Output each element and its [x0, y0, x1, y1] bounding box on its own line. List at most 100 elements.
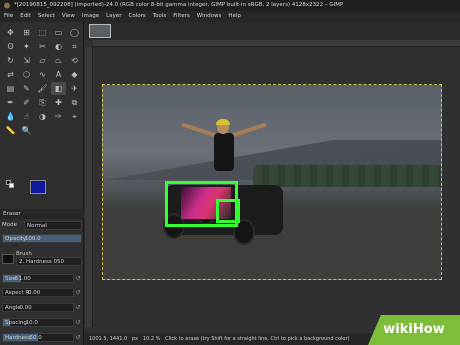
- cage-tool-icon[interactable]: ⬡: [19, 68, 34, 81]
- hardness-reset-icon[interactable]: ↺: [74, 332, 82, 343]
- status-message: Click to erase (try Shift for a straight…: [165, 336, 350, 342]
- move-tool-icon[interactable]: ✥: [3, 26, 18, 39]
- menu-bar: File Edit Select View Image Layer Colors…: [0, 11, 460, 22]
- opacity-value: 100.0: [24, 236, 41, 242]
- menu-view[interactable]: View: [62, 11, 75, 22]
- person-left-arm: [181, 122, 217, 138]
- cursor-coordinates: 1001.5, 1441.0: [89, 336, 128, 342]
- heal-tool-icon[interactable]: ✚: [51, 96, 66, 109]
- perspective-clone-tool-icon[interactable]: ⧉: [67, 96, 82, 109]
- menu-filters[interactable]: Filters: [173, 11, 190, 22]
- menu-help[interactable]: Help: [228, 11, 241, 22]
- aspect-value: 0.00: [28, 290, 41, 296]
- blur-tool-icon[interactable]: 💧: [3, 110, 18, 123]
- image-canvas[interactable]: [102, 84, 442, 280]
- angle-row: Angle 0.00 ↺: [2, 302, 82, 313]
- angle-slider[interactable]: Angle 0.00: [2, 303, 74, 312]
- foreground-color-swatch[interactable]: [30, 180, 46, 194]
- unit-select[interactable]: px: [132, 336, 138, 342]
- menu-layer[interactable]: Layer: [106, 11, 121, 22]
- hardness-row: Hardness 50.0 ↺: [2, 332, 82, 343]
- angle-reset-icon[interactable]: ↺: [74, 302, 82, 313]
- toolbox: ✥ ⊞ ⬚ ▭ ◯ ʘ ✦ ✂ ◐ ⌗ ↻ ⇲ ▱ ⏢ ⟲ ⇄ ⬡ ∿ A ◆ …: [0, 22, 84, 345]
- menu-colors[interactable]: Colors: [128, 11, 145, 22]
- tool-grid: ✥ ⊞ ⬚ ▭ ◯ ʘ ✦ ✂ ◐ ⌗ ↻ ⇲ ▱ ⏢ ⟲ ⇄ ⬡ ∿ A ◆ …: [3, 26, 81, 137]
- color-swatches[interactable]: [4, 178, 54, 206]
- vertical-ruler[interactable]: [85, 47, 93, 327]
- zoom-tool-icon[interactable]: 🔍: [19, 124, 34, 137]
- scissors-tool-icon[interactable]: ✂: [35, 40, 50, 53]
- horizontal-ruler[interactable]: [93, 40, 460, 47]
- opacity-row: Opacity 100.0: [2, 233, 82, 244]
- smudge-tool-icon[interactable]: ☝: [19, 110, 34, 123]
- default-colors-icon[interactable]: [6, 180, 14, 188]
- warp-tool-icon[interactable]: ∿: [35, 68, 50, 81]
- bucket-fill-tool-icon[interactable]: ◆: [67, 68, 82, 81]
- size-reset-icon[interactable]: ↺: [74, 273, 82, 284]
- hardness-value: 50.0: [29, 335, 42, 341]
- menu-image[interactable]: Image: [82, 11, 99, 22]
- spacing-slider[interactable]: Spacing 10.0: [2, 318, 74, 327]
- menu-file[interactable]: File: [4, 11, 13, 22]
- ellipse-select-tool-icon[interactable]: ◯: [67, 26, 82, 39]
- brush-preview-icon[interactable]: [2, 253, 14, 264]
- size-value: 51.00: [15, 276, 31, 282]
- brush-select[interactable]: 2. Hardness 050: [16, 257, 82, 266]
- aspect-reset-icon[interactable]: ↺: [74, 287, 82, 298]
- person-right-arm: [231, 122, 267, 138]
- lasso-tool-icon[interactable]: ʘ: [3, 40, 18, 53]
- mode-value: Normal: [27, 223, 47, 229]
- scale-tool-icon[interactable]: ⇲: [19, 54, 34, 67]
- foreground-select-tool-icon[interactable]: ◐: [51, 40, 66, 53]
- image-tab-strip: [85, 22, 460, 40]
- highlight-box-small: [216, 199, 240, 223]
- spacing-label: Spacing: [5, 320, 27, 326]
- crop-tool-icon[interactable]: ⌗: [67, 40, 82, 53]
- paths-tool-icon[interactable]: ✑: [51, 110, 66, 123]
- brush-value: 2. Hardness 050: [19, 259, 65, 265]
- image-window: 1001.5, 1441.0 px 10.2 % Click to erase …: [85, 22, 460, 345]
- image-tab-thumbnail[interactable]: [89, 24, 111, 38]
- perspective-tool-icon[interactable]: ⏢: [51, 54, 66, 67]
- menu-tools[interactable]: Tools: [153, 11, 167, 22]
- title-bar: *[20190815_092208] (imported)-24.0 (RGB …: [0, 0, 460, 11]
- menu-edit[interactable]: Edit: [20, 11, 31, 22]
- free-select-tool-icon[interactable]: ⬚: [35, 26, 50, 39]
- color-picker-tool-icon[interactable]: ⌖: [67, 110, 82, 123]
- zoom-select[interactable]: 10.2 %: [143, 336, 160, 342]
- text-tool-icon[interactable]: A: [51, 68, 66, 81]
- rotate-tool-icon[interactable]: ↻: [3, 54, 18, 67]
- spacing-row: Spacing 10.0 ↺: [2, 317, 82, 328]
- mode-label: Mode: [2, 222, 17, 228]
- aspect-label: Aspect R: [5, 290, 30, 296]
- mypaint-tool-icon[interactable]: ✐: [19, 96, 34, 109]
- menu-windows[interactable]: Windows: [197, 11, 222, 22]
- size-slider[interactable]: Size 51.00: [2, 274, 74, 283]
- eraser-tool-icon[interactable]: ◧: [51, 82, 66, 95]
- mode-select[interactable]: Normal: [24, 221, 82, 230]
- hardness-label: Hardness: [5, 335, 31, 341]
- person-hat: [216, 119, 230, 125]
- opacity-slider[interactable]: Opacity 100.0: [2, 234, 82, 243]
- airbrush-tool-icon[interactable]: ✈: [67, 82, 82, 95]
- align-tool-icon[interactable]: ⊞: [19, 26, 34, 39]
- transform-tool-icon[interactable]: ⟲: [67, 54, 82, 67]
- hardness-slider[interactable]: Hardness 50.0: [2, 333, 74, 342]
- clone-tool-icon[interactable]: ⎘: [35, 96, 50, 109]
- rect-select-tool-icon[interactable]: ▭: [51, 26, 66, 39]
- fuzzy-select-tool-icon[interactable]: ✦: [19, 40, 34, 53]
- wikihow-watermark: wikiHow: [368, 315, 460, 345]
- angle-value: 0.00: [19, 305, 32, 311]
- ink-tool-icon[interactable]: ✒: [3, 96, 18, 109]
- paintbrush-tool-icon[interactable]: 🖌: [35, 82, 50, 95]
- dodge-tool-icon[interactable]: ◑: [35, 110, 50, 123]
- aspect-slider[interactable]: Aspect R 0.00: [2, 288, 74, 297]
- shear-tool-icon[interactable]: ▱: [35, 54, 50, 67]
- menu-select[interactable]: Select: [38, 11, 55, 22]
- measure-tool-icon[interactable]: 📏: [3, 124, 18, 137]
- pencil-tool-icon[interactable]: ✎: [19, 82, 34, 95]
- flip-tool-icon[interactable]: ⇄: [3, 68, 18, 81]
- spacing-reset-icon[interactable]: ↺: [74, 317, 82, 328]
- blend-tool-icon[interactable]: ▤: [3, 82, 18, 95]
- brush-row: Brush 2. Hardness 050: [2, 251, 82, 266]
